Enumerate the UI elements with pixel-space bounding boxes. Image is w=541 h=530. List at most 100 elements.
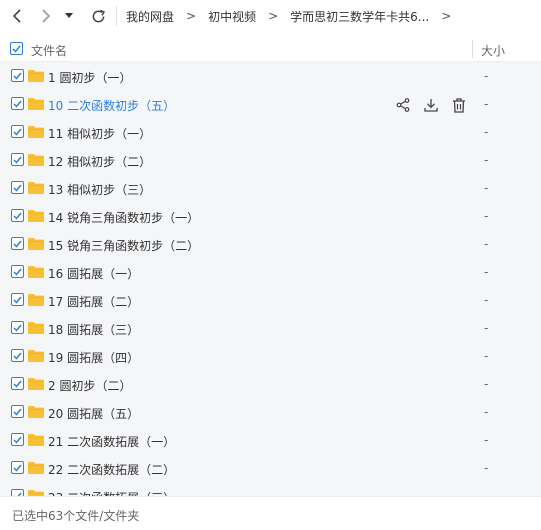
list-item[interactable]: 12 相似初步（二） - [0, 146, 541, 174]
file-size: - [484, 153, 489, 167]
row-checkbox[interactable] [11, 489, 24, 496]
folder-icon [28, 98, 44, 110]
chevron-left-icon [12, 9, 21, 23]
selection-status-text: 已选中63个文件/文件夹 [12, 509, 140, 523]
row-checkbox[interactable] [11, 97, 24, 110]
file-name[interactable]: 19 圆拓展（四） [48, 349, 139, 366]
file-name[interactable]: 16 圆拓展（一） [48, 265, 139, 282]
share-button[interactable] [394, 96, 412, 114]
file-name[interactable]: 23 二次函数拓展（三） [48, 489, 175, 496]
list-item[interactable]: 13 相似初步（三） - [0, 174, 541, 202]
status-bar: 已选中63个文件/文件夹 [0, 496, 541, 530]
list-item[interactable]: 10 二次函数初步（五） - [0, 90, 541, 118]
column-divider[interactable] [472, 40, 473, 58]
download-button[interactable] [422, 96, 440, 114]
row-checkbox[interactable] [11, 349, 24, 362]
checkmark-icon [13, 464, 22, 472]
file-name[interactable]: 13 相似初步（三） [48, 181, 151, 198]
row-checkbox[interactable] [11, 209, 24, 222]
row-checkbox[interactable] [11, 125, 24, 138]
list-item[interactable]: 2 圆初步（二） - [0, 370, 541, 398]
checkmark-icon [13, 184, 22, 192]
list-item[interactable]: 19 圆拓展（四） - [0, 342, 541, 370]
row-checkbox[interactable] [11, 321, 24, 334]
file-name[interactable]: 10 二次函数初步（五） [48, 97, 175, 114]
list-item[interactable]: 14 锐角三角函数初步（一） - [0, 202, 541, 230]
file-size: - [484, 265, 489, 279]
row-checkbox[interactable] [11, 153, 24, 166]
file-name[interactable]: 2 圆初步（二） [48, 377, 131, 394]
list-item[interactable]: 11 相似初步（一） - [0, 118, 541, 146]
checkmark-icon [13, 324, 22, 332]
folder-icon [28, 210, 44, 222]
row-checkbox[interactable] [11, 293, 24, 306]
caret-down-icon [65, 13, 73, 18]
file-name[interactable]: 12 相似初步（二） [48, 153, 151, 170]
list-item[interactable]: 23 二次函数拓展（三） [0, 482, 541, 496]
file-size: - [484, 433, 489, 447]
file-name[interactable]: 21 二次函数拓展（一） [48, 433, 175, 450]
file-size: - [484, 125, 489, 139]
file-name[interactable]: 11 相似初步（一） [48, 125, 151, 142]
column-header-name[interactable]: 文件名 [31, 42, 67, 59]
checkmark-icon [13, 72, 22, 80]
file-name[interactable]: 17 圆拓展（二） [48, 293, 139, 310]
row-checkbox[interactable] [11, 433, 24, 446]
list-item[interactable]: 1 圆初步（一） - [0, 62, 541, 90]
row-checkbox[interactable] [11, 237, 24, 250]
file-size: - [484, 237, 489, 251]
file-size: - [484, 69, 489, 83]
list-item[interactable]: 18 圆拓展（三） - [0, 314, 541, 342]
list-header: 文件名 大小 [0, 36, 541, 62]
row-checkbox[interactable] [11, 69, 24, 82]
row-checkbox[interactable] [11, 377, 24, 390]
breadcrumb-item-current[interactable]: 学而思初三数学年卡共6... [290, 8, 429, 25]
list-item[interactable]: 21 二次函数拓展（一） - [0, 426, 541, 454]
row-checkbox[interactable] [11, 265, 24, 278]
checkmark-icon [13, 296, 22, 304]
file-name[interactable]: 22 二次函数拓展（二） [48, 461, 175, 478]
history-dropdown-button[interactable] [58, 4, 80, 28]
list-item[interactable]: 22 二次函数拓展（二） - [0, 454, 541, 482]
back-button[interactable] [5, 4, 29, 28]
file-name[interactable]: 15 锐角三角函数初步（二） [48, 237, 199, 254]
row-checkbox[interactable] [11, 181, 24, 194]
folder-icon [28, 378, 44, 390]
folder-icon [28, 266, 44, 278]
breadcrumb: 我的网盘 > 初中视频 > 学而思初三数学年卡共6... > [126, 0, 463, 32]
list-item[interactable]: 20 圆拓展（五） - [0, 398, 541, 426]
refresh-icon [92, 9, 105, 22]
toolbar-divider [116, 6, 117, 26]
checkmark-icon [13, 436, 22, 444]
forward-button[interactable] [34, 4, 58, 28]
file-name[interactable]: 20 圆拓展（五） [48, 405, 139, 422]
breadcrumb-separator[interactable]: > [441, 9, 451, 23]
checkmark-icon [12, 45, 21, 53]
delete-button[interactable] [450, 96, 468, 114]
folder-icon [28, 322, 44, 334]
breadcrumb-separator: > [268, 9, 279, 23]
checkmark-icon [13, 352, 22, 360]
folder-icon [28, 294, 44, 306]
row-checkbox[interactable] [11, 461, 24, 474]
checkmark-icon [13, 100, 22, 108]
checkmark-icon [13, 268, 22, 276]
file-name[interactable]: 18 圆拓展（三） [48, 321, 139, 338]
breadcrumb-item-middle[interactable]: 初中视频 [208, 8, 256, 25]
trash-icon [453, 97, 465, 113]
column-header-size[interactable]: 大小 [481, 42, 505, 59]
file-size: - [484, 461, 489, 475]
checkmark-icon [13, 408, 22, 416]
list-item[interactable]: 17 圆拓展（二） - [0, 286, 541, 314]
file-name[interactable]: 1 圆初步（一） [48, 69, 131, 86]
file-name[interactable]: 14 锐角三角函数初步（一） [48, 209, 199, 226]
checkmark-icon [13, 156, 22, 164]
folder-icon [28, 70, 44, 82]
download-icon [424, 99, 438, 112]
list-item[interactable]: 15 锐角三角函数初步（二） - [0, 230, 541, 258]
breadcrumb-item-root[interactable]: 我的网盘 [126, 8, 174, 25]
select-all-checkbox[interactable] [10, 42, 23, 55]
list-item[interactable]: 16 圆拓展（一） - [0, 258, 541, 286]
refresh-button[interactable] [86, 4, 110, 28]
row-checkbox[interactable] [11, 405, 24, 418]
